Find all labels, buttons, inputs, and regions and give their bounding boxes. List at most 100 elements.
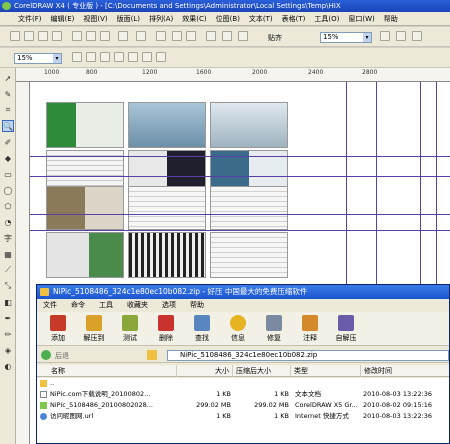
- polygon-tool-icon[interactable]: ⬠: [2, 200, 14, 212]
- zoom-level-select[interactable]: 15% ▾: [320, 32, 372, 43]
- menu-arrange[interactable]: 排列(A): [149, 14, 173, 24]
- page-thumbnail[interactable]: [128, 186, 206, 230]
- rectangle-tool-icon[interactable]: ▭: [2, 168, 14, 180]
- page-thumbnail[interactable]: [46, 102, 124, 148]
- folder-up-icon[interactable]: [147, 350, 157, 360]
- page-thumbnail[interactable]: [128, 232, 206, 278]
- column-packed[interactable]: 压缩后大小: [233, 365, 291, 377]
- new-document-icon[interactable]: [10, 31, 20, 41]
- menu-help[interactable]: 帮助: [384, 14, 398, 24]
- ellipse-tool-icon[interactable]: ◯: [2, 184, 14, 196]
- freehand-tool-icon[interactable]: ✐: [2, 136, 14, 148]
- extract-button[interactable]: 解压到: [81, 315, 107, 343]
- repair-button[interactable]: 修复: [261, 315, 287, 343]
- corel-online-icon[interactable]: [238, 31, 248, 41]
- application-launcher-icon[interactable]: [206, 31, 216, 41]
- page-thumbnail[interactable]: [46, 186, 124, 230]
- file-row[interactable]: NiPic_5108486_20100802028... 299.02 MB 2…: [37, 400, 449, 411]
- outline-tool-icon[interactable]: ✏: [2, 328, 14, 340]
- comment-button[interactable]: 注释: [297, 315, 323, 343]
- file-row[interactable]: NiPic.com下载说明_20100802... 1 KB 1 KB 文本文档…: [37, 389, 449, 400]
- archive-path-field[interactable]: NiPic_5108486_324c1e80ec10b082.zip: [167, 350, 449, 361]
- shape-tool-icon[interactable]: ✎: [2, 88, 14, 100]
- back-arrow-icon[interactable]: [41, 350, 51, 360]
- paste-icon[interactable]: [100, 31, 110, 41]
- page-thumbnail[interactable]: [210, 186, 288, 230]
- smart-fill-icon[interactable]: ◆: [2, 152, 14, 164]
- page-thumbnail[interactable]: [210, 232, 288, 278]
- archive-menu-favorites[interactable]: 收藏夹: [127, 300, 148, 310]
- zoom-page-icon[interactable]: [128, 52, 138, 62]
- zoom-selected-icon[interactable]: [100, 52, 110, 62]
- interactive-fill-icon[interactable]: ◐: [2, 360, 14, 372]
- find-button[interactable]: 查找: [189, 315, 215, 343]
- zoom-height-icon[interactable]: [156, 52, 166, 62]
- back-label[interactable]: 后退: [55, 351, 69, 361]
- menu-table[interactable]: 表格(T): [282, 14, 306, 24]
- welcome-screen-icon[interactable]: [222, 31, 232, 41]
- menu-tools[interactable]: 工具(O): [314, 14, 339, 24]
- copy-icon[interactable]: [86, 31, 96, 41]
- archive-menu-tools[interactable]: 工具: [99, 300, 113, 310]
- zoom-width-icon[interactable]: [142, 52, 152, 62]
- options-icon[interactable]: [380, 31, 390, 41]
- zoom-tool-icon[interactable]: 🔍: [2, 120, 14, 132]
- archive-menu-file[interactable]: 文件: [43, 300, 57, 310]
- zoom-select[interactable]: 15% ▾: [14, 53, 62, 64]
- export-icon[interactable]: [186, 31, 196, 41]
- basic-shapes-icon[interactable]: ◔: [2, 216, 14, 228]
- column-name[interactable]: 名称: [37, 365, 177, 377]
- fill-icon[interactable]: [396, 31, 406, 41]
- eyedropper-tool-icon[interactable]: ✒: [2, 312, 14, 324]
- menu-view[interactable]: 视图(V): [83, 14, 107, 24]
- crop-tool-icon[interactable]: ⌗: [2, 104, 14, 116]
- page-thumbnail[interactable]: [128, 102, 206, 148]
- archive-menu-command[interactable]: 命令: [71, 300, 85, 310]
- connector-tool-icon[interactable]: ⤡: [2, 280, 14, 292]
- print-icon[interactable]: [52, 31, 62, 41]
- guideline-horizontal[interactable]: [30, 230, 450, 231]
- file-row[interactable]: 访问昵图网.url 1 KB 1 KB Internet 快捷方式 2010-0…: [37, 411, 449, 422]
- guideline-horizontal[interactable]: [30, 214, 450, 215]
- search-icon[interactable]: [156, 31, 166, 41]
- sfx-button[interactable]: 自解压: [333, 315, 359, 343]
- page-thumbnail[interactable]: [210, 102, 288, 148]
- zoom-all-icon[interactable]: [114, 52, 124, 62]
- delete-button[interactable]: 删除: [153, 315, 179, 343]
- page-thumbnail[interactable]: [46, 232, 124, 278]
- menu-file[interactable]: 文件(F): [18, 14, 42, 24]
- file-row-parent[interactable]: ..: [37, 378, 449, 389]
- info-button[interactable]: 信息: [225, 315, 251, 343]
- horizontal-ruler[interactable]: 1000 800 1200 1600 2000 2400 2800: [16, 68, 450, 82]
- redo-icon[interactable]: [136, 31, 146, 41]
- table-tool-icon[interactable]: ▦: [2, 248, 14, 260]
- guideline-horizontal[interactable]: [30, 176, 450, 177]
- cut-icon[interactable]: [72, 31, 82, 41]
- menu-bitmaps[interactable]: 位图(B): [216, 14, 240, 24]
- undo-icon[interactable]: [118, 31, 128, 41]
- menu-edit[interactable]: 编辑(E): [51, 14, 75, 24]
- file-list-empty-area[interactable]: [37, 422, 449, 443]
- menu-layout[interactable]: 版面(L): [117, 14, 140, 24]
- test-button[interactable]: 测试: [117, 315, 143, 343]
- add-button[interactable]: 添加: [45, 315, 71, 343]
- save-icon[interactable]: [38, 31, 48, 41]
- vertical-ruler[interactable]: [16, 82, 30, 444]
- open-icon[interactable]: [24, 31, 34, 41]
- text-tool-icon[interactable]: 字: [2, 232, 14, 244]
- zoom-out-icon[interactable]: [86, 52, 96, 62]
- pick-tool-icon[interactable]: ➚: [2, 72, 14, 84]
- outline-icon[interactable]: [412, 31, 422, 41]
- zoom-in-icon[interactable]: [72, 52, 82, 62]
- archive-menu-help[interactable]: 帮助: [190, 300, 204, 310]
- column-type[interactable]: 类型: [291, 365, 361, 377]
- dimension-tool-icon[interactable]: ⟋: [2, 264, 14, 276]
- column-size[interactable]: 大小: [177, 365, 233, 377]
- archive-menu-options[interactable]: 选项: [162, 300, 176, 310]
- snap-to-label[interactable]: 贴齐: [268, 33, 282, 43]
- menu-text[interactable]: 文本(T): [249, 14, 273, 24]
- menu-effects[interactable]: 效果(C): [182, 14, 206, 24]
- interactive-blend-icon[interactable]: ◧: [2, 296, 14, 308]
- column-modified[interactable]: 修改时间: [361, 365, 449, 377]
- import-icon[interactable]: [172, 31, 182, 41]
